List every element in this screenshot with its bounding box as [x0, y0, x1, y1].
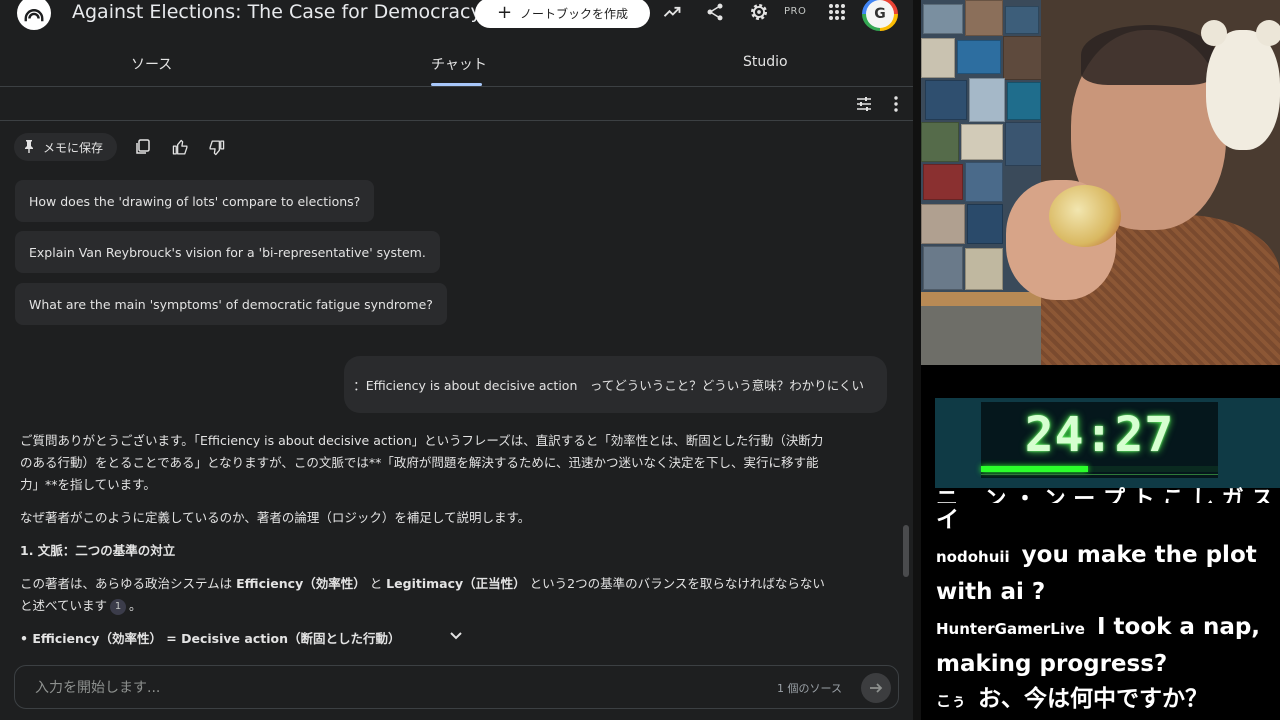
chat-message-partial: ニ _ ン ・ ン ー プ ト こ し ガ ス ン ン ン ノ [936, 487, 1276, 503]
citation-chip[interactable]: 1 [110, 598, 127, 615]
analytics-icon[interactable] [660, 0, 684, 24]
chat-username: HunterGamerLive [936, 620, 1085, 638]
bold-term: Legitimacy（正当性） [386, 576, 526, 591]
tab-chat[interactable]: チャット [431, 54, 487, 74]
chat-input-bar: 1 個のソース [14, 665, 899, 709]
response-paragraph: ご質問ありがとうございます。「Efficiency is about decis… [20, 433, 824, 492]
thumbs-down-icon[interactable] [205, 136, 227, 158]
plus-icon: + [496, 2, 513, 23]
thumbs-up-icon[interactable] [169, 136, 191, 158]
share-icon[interactable] [703, 0, 727, 24]
teddy-bear-ear [1201, 20, 1227, 46]
save-to-note-label: メモに保存 [43, 140, 104, 155]
top-bar: Against Elections: The Case for Democrac… [0, 0, 913, 31]
pin-icon [23, 139, 35, 156]
suggested-question[interactable]: Explain Van Reybrouck's vision for a 'bi… [15, 231, 440, 273]
timer-progress-fill [981, 466, 1088, 472]
scroll-down-chevron-icon[interactable] [441, 623, 471, 649]
notebooklm-logo-icon[interactable] [17, 0, 51, 30]
timer-progress-track [981, 466, 1218, 472]
active-tab-indicator [431, 83, 482, 86]
timer-baseline [981, 474, 1218, 475]
source-count: 1 個のソース [777, 682, 842, 695]
copy-icon[interactable] [132, 136, 154, 158]
chat-username: nodohuii [936, 548, 1010, 566]
save-to-note-button[interactable]: メモに保存 [14, 133, 117, 161]
tab-studio[interactable]: Studio [743, 54, 788, 70]
chat-input[interactable] [35, 677, 595, 699]
more-vert-icon[interactable] [884, 92, 908, 116]
pomodoro-timer: 24:27 [935, 398, 1280, 488]
create-notebook-button[interactable]: + ノートブックを作成 [475, 0, 650, 28]
bold-term: Efficiency（効率性） [236, 576, 366, 591]
text-span: 。 [129, 598, 142, 613]
apple [1049, 185, 1121, 247]
suggested-question[interactable]: What are the main 'symptoms' of democrat… [15, 283, 447, 325]
avatar-letter: G [866, 0, 894, 28]
response-bullet: • Efficiency（効率性） = Decisive action（断固とし… [20, 631, 401, 646]
text-span: この著者は、あらゆる政治システムは [20, 576, 237, 591]
chat-message-text: イ [936, 507, 959, 533]
tab-bar: ソース チャット Studio [0, 40, 913, 87]
arrow-right-icon [870, 683, 883, 693]
notebooklm-app: Against Elections: The Case for Democrac… [0, 0, 913, 720]
live-chat: ニ _ ン ・ ン ー プ ト こ し ガ ス ン ン ン ノ イ nodohu… [936, 483, 1276, 719]
response-heading: 1. 文脈：二つの基準の対立 [20, 543, 176, 558]
timer-display: 24:27 [981, 402, 1218, 478]
stream-overlay: 24:27 ニ _ ン ・ ン ー プ ト こ し ガ ス ン ン ン ノ イ … [921, 365, 1280, 720]
chat-message: nodohuii you make the plot with ai ? [936, 538, 1276, 610]
timer-time: 24:27 [1024, 407, 1175, 463]
apps-grid-icon[interactable] [825, 0, 849, 24]
pane-divider [913, 0, 921, 720]
suggested-question[interactable]: How does the 'drawing of lots' compare t… [15, 180, 375, 222]
tab-sources[interactable]: ソース [131, 54, 172, 74]
chat-username: こぅ [936, 692, 967, 710]
user-message: ：Efficiency is about decisive action ってど… [344, 356, 887, 413]
chat-toolbar [0, 87, 913, 121]
chat-message-text: お、今は何中ですか？ [978, 686, 1209, 712]
webcam-feed [921, 0, 1280, 365]
teddy-bear-ear [1256, 20, 1280, 46]
chat-message: イ [936, 503, 1276, 538]
settings-gear-icon[interactable] [747, 0, 771, 24]
assistant-response: ご質問ありがとうございます。「Efficiency is about decis… [20, 430, 830, 661]
scrollbar-thumb[interactable] [903, 525, 909, 577]
chat-message: HunterGamerLive I took a nap, making prog… [936, 610, 1276, 682]
create-notebook-label: ノートブックを作成 [520, 6, 629, 21]
wooden-shelf [921, 292, 1051, 306]
notebook-title[interactable]: Against Elections: The Case for Democrac… [72, 1, 482, 23]
tune-settings-icon[interactable] [852, 92, 876, 116]
account-avatar[interactable]: G [862, 0, 898, 31]
response-paragraph: この著者は、あらゆる政治システムは Efficiency（効率性） と Legi… [20, 573, 830, 617]
pro-badge: PRO [784, 6, 807, 17]
chat-message: こぅ お、今は何中ですか？ [936, 682, 1276, 719]
teddy-bear [1206, 30, 1280, 150]
send-button[interactable] [861, 673, 891, 703]
person-hair [1081, 25, 1216, 85]
text-span: と [365, 576, 387, 591]
response-paragraph: なぜ著者がこのように定義しているのか、著者の論理（ロジック）を補足して説明します… [20, 510, 531, 525]
